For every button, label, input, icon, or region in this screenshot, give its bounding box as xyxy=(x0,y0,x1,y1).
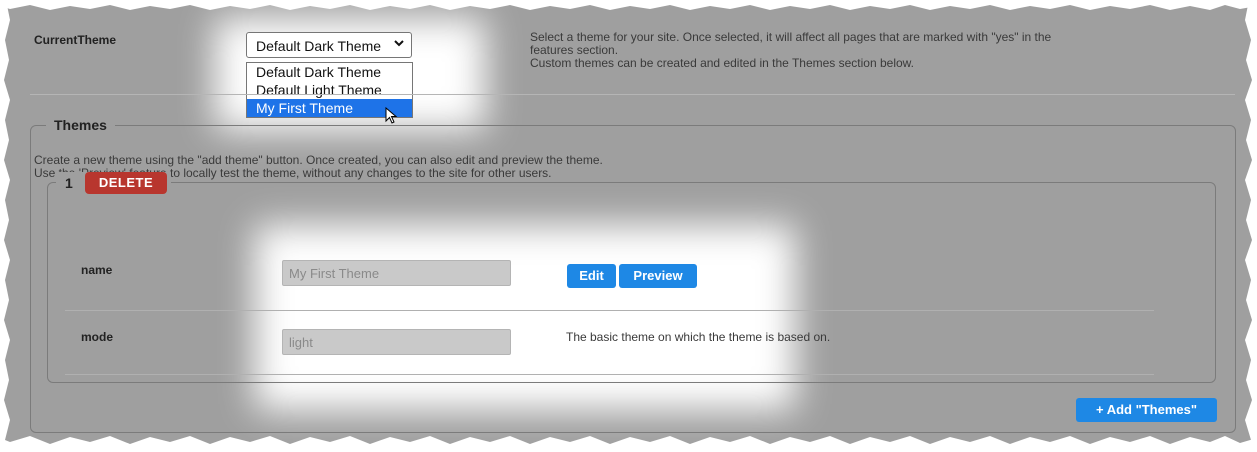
description-line: Select a theme for your site. Once selec… xyxy=(530,30,1052,44)
torn-edge-bottom xyxy=(0,436,1257,452)
description-line: Custom themes can be created and edited … xyxy=(530,56,915,70)
current-theme-label: CurrentTheme xyxy=(34,33,117,47)
name-input[interactable]: My First Theme xyxy=(282,260,511,286)
mode-label: mode xyxy=(81,330,114,344)
delete-button[interactable]: DELETE xyxy=(85,172,167,194)
mode-input-placeholder: light xyxy=(289,335,313,350)
name-label: name xyxy=(81,263,113,277)
preview-button[interactable]: Preview xyxy=(619,264,697,288)
row-divider xyxy=(65,374,1154,375)
mode-input[interactable]: light xyxy=(282,329,511,355)
torn-edge-left xyxy=(0,0,10,452)
mode-description: The basic theme on which the theme is ba… xyxy=(566,330,831,344)
torn-edge-top xyxy=(0,0,1257,10)
dropdown-option[interactable]: Default Light Theme xyxy=(247,81,412,99)
current-theme-select[interactable]: Default Dark Theme xyxy=(246,32,412,58)
torn-edge-right xyxy=(1245,0,1257,452)
themes-legend: Themes xyxy=(46,117,115,133)
dropdown-option[interactable]: Default Dark Theme xyxy=(247,63,412,81)
current-theme-description: Select a theme for your site. Once selec… xyxy=(530,31,1150,70)
current-theme-selected-value: Default Dark Theme xyxy=(256,38,382,54)
theme-item-index: 1 xyxy=(65,175,73,191)
section-divider xyxy=(30,94,1235,95)
add-themes-button[interactable]: + Add "Themes" xyxy=(1076,398,1217,422)
mouse-cursor-icon xyxy=(385,107,398,124)
name-input-placeholder: My First Theme xyxy=(289,266,380,281)
edit-button[interactable]: Edit xyxy=(567,264,616,288)
chevron-down-icon xyxy=(393,36,405,53)
row-divider xyxy=(65,310,1154,311)
